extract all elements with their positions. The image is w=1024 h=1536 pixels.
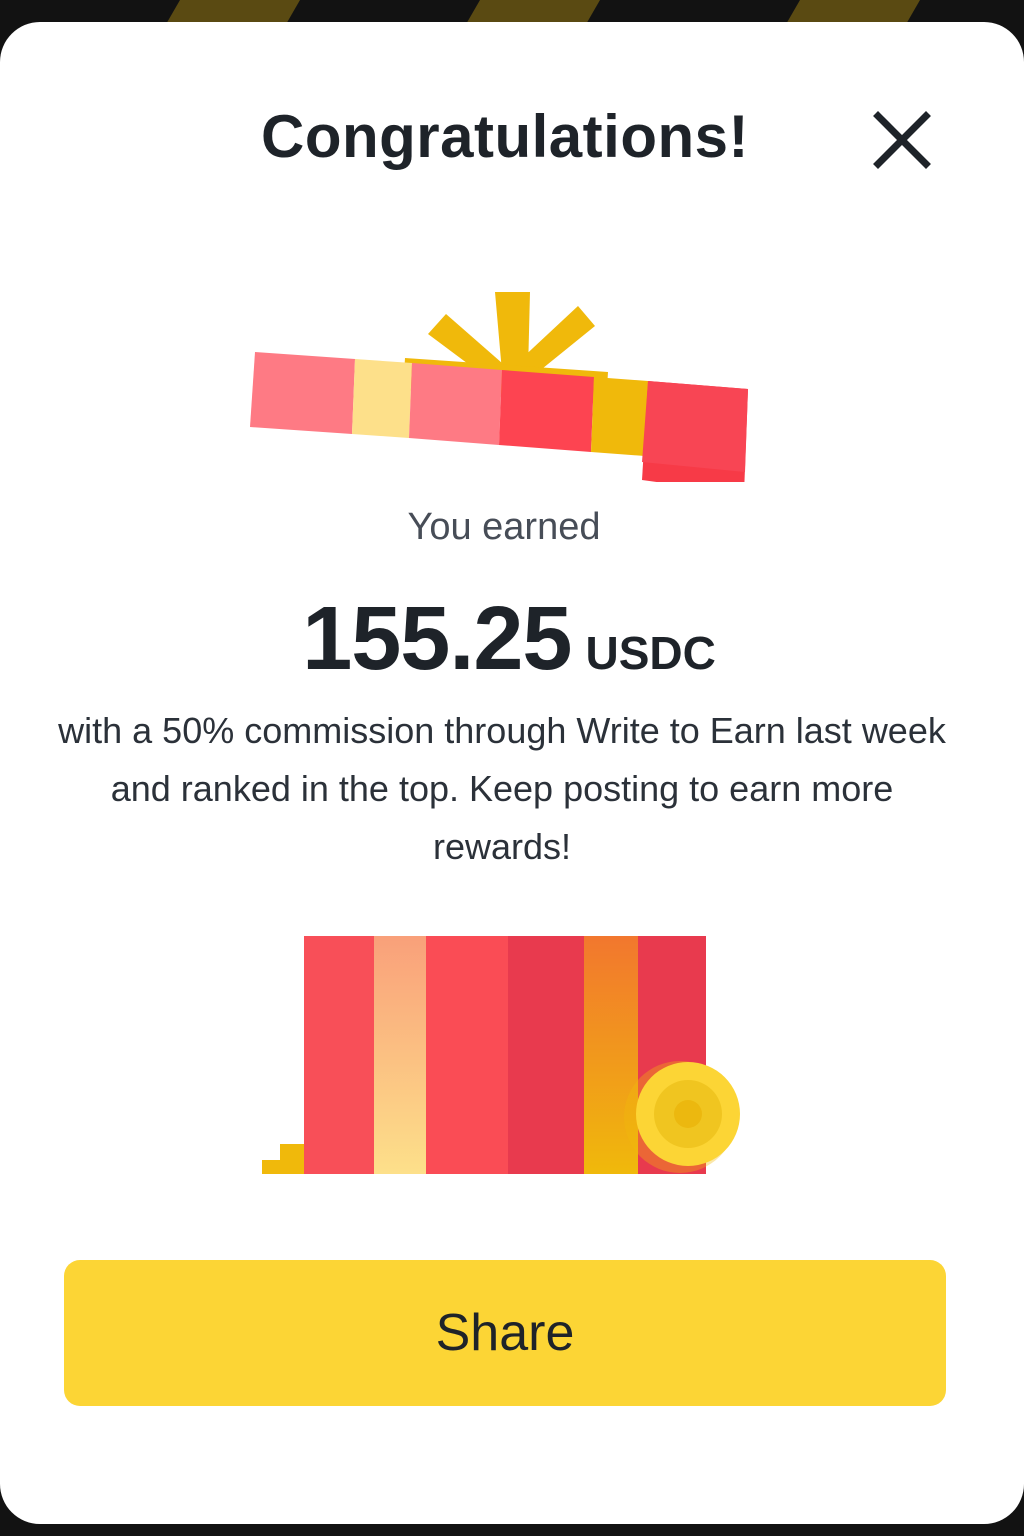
amount-row: 155.25 USDC — [0, 588, 1018, 691]
reward-description: with a 50% commission through Write to E… — [58, 710, 946, 867]
earned-amount: 155.25 — [302, 589, 572, 689]
gift-lid-illustration — [250, 292, 748, 482]
close-button[interactable] — [866, 104, 938, 176]
earned-label: You earned — [407, 506, 601, 548]
modal-title: Congratulations! — [261, 103, 749, 170]
close-icon — [873, 111, 931, 169]
gift-box-illustration — [262, 936, 740, 1174]
currency-unit: USDC — [585, 627, 716, 679]
reward-modal: Congratulations! You earned 155.25 USDC w… — [0, 22, 1024, 1524]
share-button[interactable]: Share — [64, 1260, 946, 1406]
